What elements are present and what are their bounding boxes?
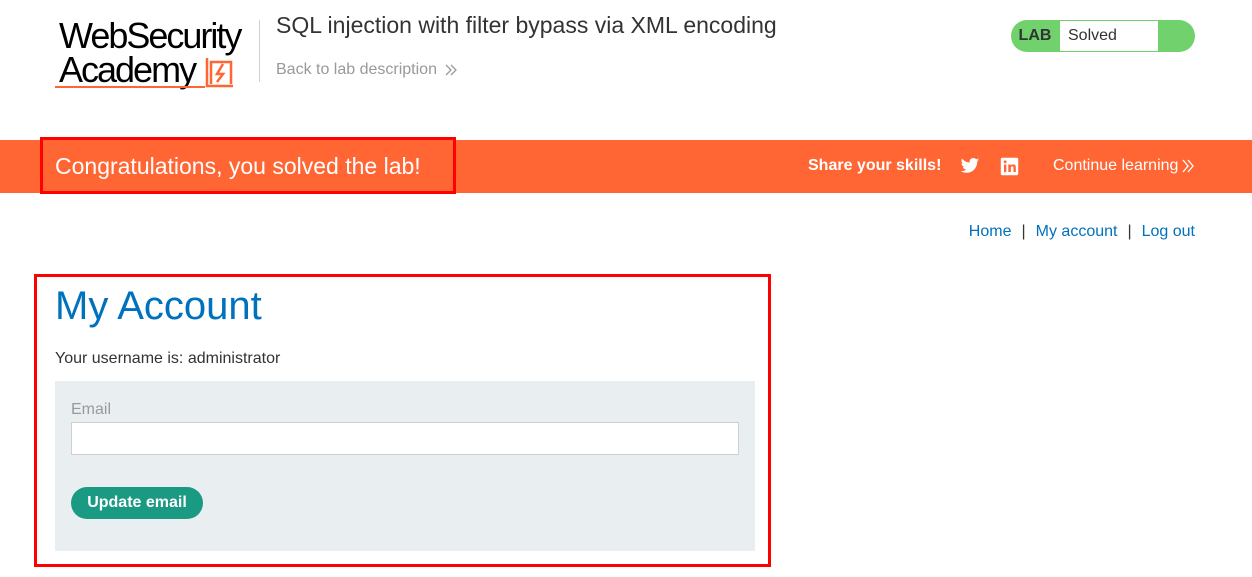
double-chevron-right-icon <box>445 64 457 76</box>
page-title: My Account <box>55 284 262 328</box>
nav-separator: | <box>1021 223 1026 240</box>
back-to-lab-description-link[interactable]: Back to lab description <box>276 61 457 79</box>
continue-learning-link[interactable]: Continue learning <box>1053 157 1195 175</box>
username-text: Your username is: administrator <box>55 350 281 367</box>
header-divider <box>259 20 260 82</box>
twitter-icon[interactable] <box>960 156 980 176</box>
back-link-label: Back to lab description <box>276 61 437 78</box>
lab-status-widget: LAB Solved <box>1011 20 1195 52</box>
site-header: WebSecurity Academy SQL injection with f… <box>0 0 1252 140</box>
linkedin-icon[interactable] <box>1000 157 1019 176</box>
solved-banner: Congratulations, you solved the lab! Sha… <box>0 140 1252 193</box>
update-email-button[interactable]: Update email <box>71 487 203 519</box>
web-security-academy-logo[interactable]: WebSecurity Academy <box>55 18 242 90</box>
change-email-form: Email Update email <box>55 381 755 551</box>
congratulations-message: Congratulations, you solved the lab! <box>55 153 421 179</box>
logo-bolt-icon <box>205 58 233 88</box>
nav-separator: | <box>1127 223 1132 240</box>
lab-title: SQL injection with filter bypass via XML… <box>276 12 777 38</box>
logo-text-line2: Academy <box>59 49 197 90</box>
nav-log-out-link[interactable]: Log out <box>1142 223 1195 241</box>
nav-my-account-link[interactable]: My account <box>1036 223 1118 241</box>
email-label: Email <box>71 401 112 418</box>
continue-learning-label: Continue learning <box>1053 157 1179 174</box>
lab-state: Solved <box>1060 21 1158 51</box>
share-skills-label: Share your skills! <box>808 157 942 174</box>
nav-home-link[interactable]: Home <box>969 223 1012 241</box>
email-input[interactable] <box>71 422 739 455</box>
logo-underline <box>55 86 205 88</box>
lab-badge: LAB <box>1018 27 1052 44</box>
top-navigation: Home | My account | Log out <box>969 223 1195 241</box>
double-chevron-right-icon <box>1182 159 1195 173</box>
